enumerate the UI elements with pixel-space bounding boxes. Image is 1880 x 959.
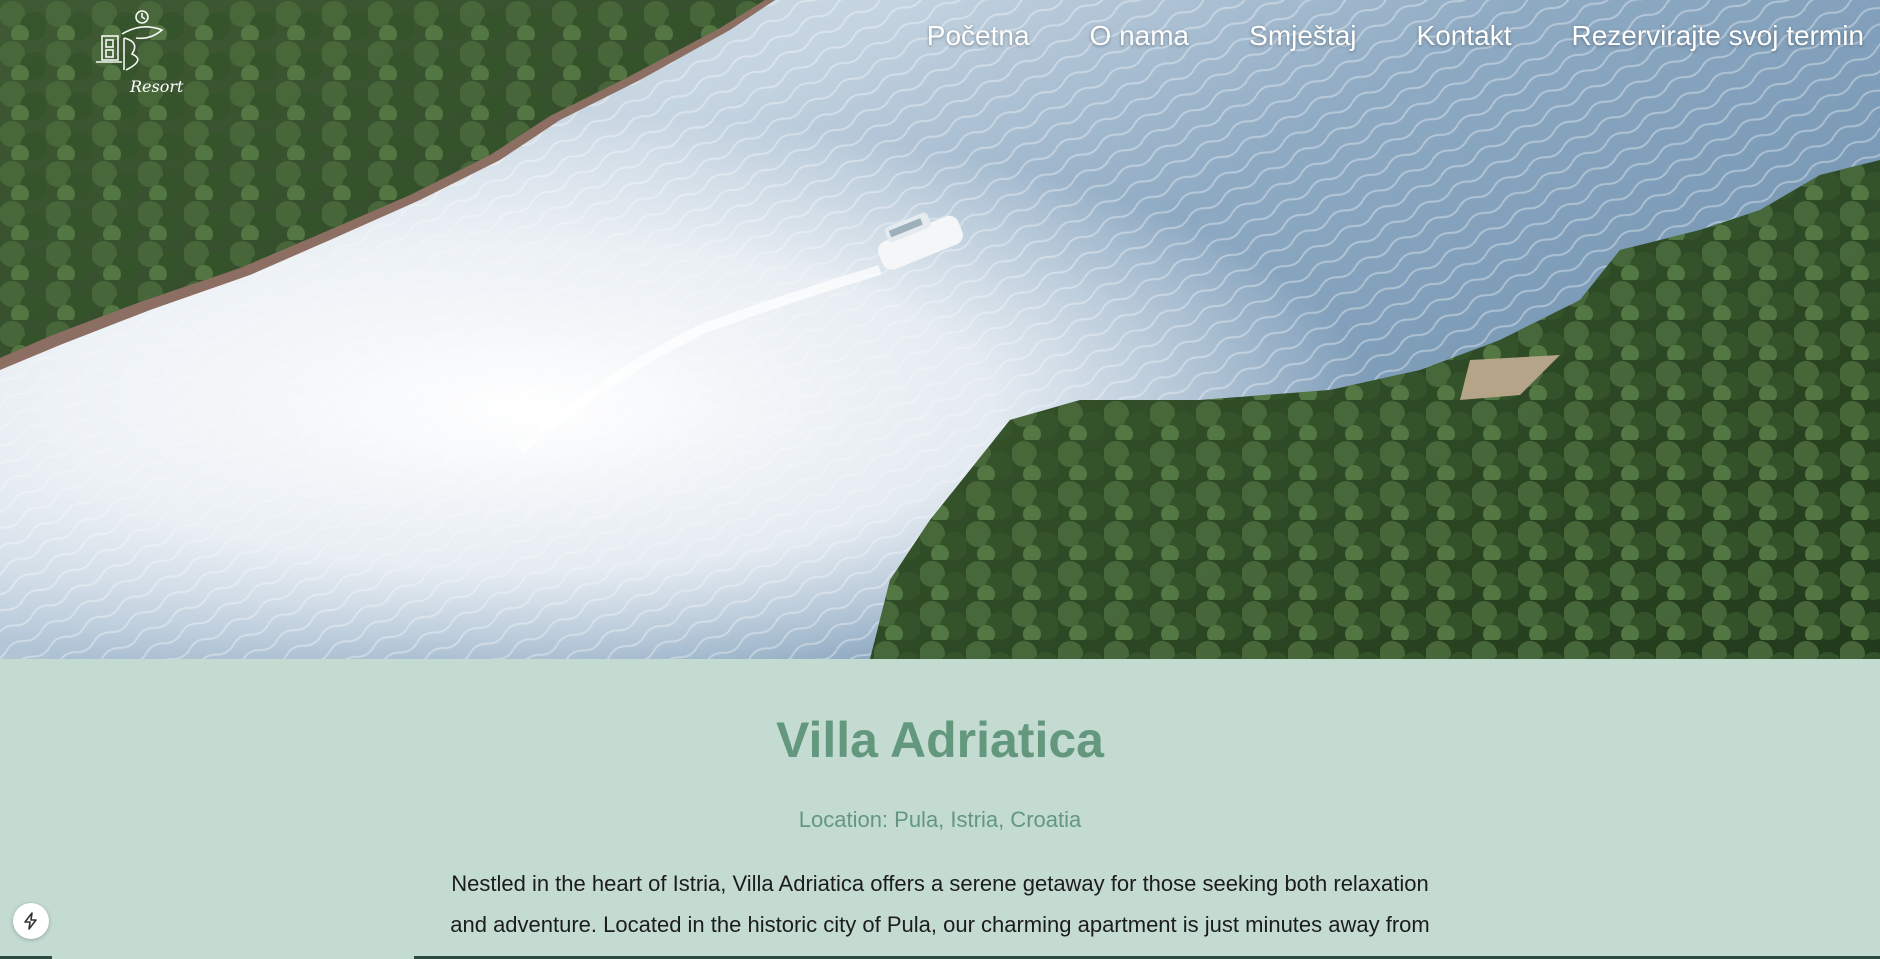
nav-link-pocetna[interactable]: Početna bbox=[927, 20, 1030, 52]
main-nav: Početna O nama Smještaj Kontakt Rezervir… bbox=[927, 20, 1864, 52]
nav-link-rezervacija[interactable]: Rezervirajte svoj termin bbox=[1571, 20, 1864, 52]
page: Resort Početna O nama Smještaj Kontakt R… bbox=[0, 0, 1880, 959]
nav-link-smjestaj[interactable]: Smještaj bbox=[1249, 20, 1356, 52]
floating-action-button[interactable] bbox=[13, 903, 49, 939]
description-text: Nestled in the heart of Istria, Villa Ad… bbox=[450, 871, 1430, 959]
villa-intro-section: Villa Adriatica Location: Pula, Istria, … bbox=[0, 659, 1880, 959]
page-title: Villa Adriatica bbox=[776, 712, 1104, 768]
nav-link-o-nama[interactable]: O nama bbox=[1090, 20, 1190, 52]
hero-image: Resort Početna O nama Smještaj Kontakt R… bbox=[0, 0, 1880, 659]
resort-logo[interactable]: Resort bbox=[92, 4, 184, 100]
lightning-icon bbox=[24, 912, 37, 930]
nav-link-kontakt[interactable]: Kontakt bbox=[1417, 20, 1512, 52]
logo-wordmark: Resort bbox=[129, 77, 184, 96]
aerial-coast-boat-image bbox=[0, 0, 1880, 659]
location-text: Location: Pula, Istria, Croatia bbox=[798, 807, 1082, 832]
logo-icon: Resort bbox=[96, 10, 184, 96]
